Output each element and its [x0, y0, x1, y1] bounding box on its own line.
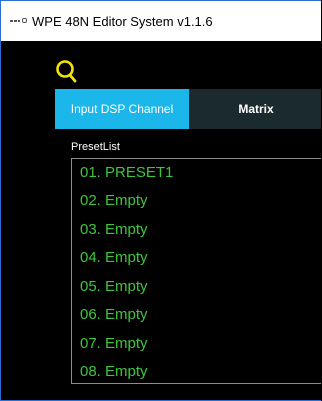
- preset-item-3[interactable]: 03. Empty: [72, 216, 321, 245]
- preset-item-7[interactable]: 07. Empty: [72, 330, 321, 359]
- title-bar: WPE 48N Editor System v1.1.6: [1, 1, 321, 41]
- window-title: WPE 48N Editor System v1.1.6: [32, 13, 213, 29]
- preset-item-1[interactable]: 01. PRESET1: [72, 160, 321, 187]
- preset-item-5[interactable]: 05. Empty: [72, 273, 321, 302]
- preset-list-label: PresetList: [71, 141, 120, 153]
- app-logo-icon: [10, 17, 28, 25]
- tab-matrix[interactable]: Matrix: [189, 89, 321, 129]
- app-window: WPE 48N Editor System v1.1.6 Input DSP C…: [0, 0, 321, 401]
- tab-input-dsp-channel[interactable]: Input DSP Channel: [55, 89, 189, 129]
- preset-item-4[interactable]: 04. Empty: [72, 244, 321, 273]
- tab-bar: Input DSP Channel Matrix: [55, 89, 321, 129]
- preset-item-8[interactable]: 08. Empty: [72, 358, 321, 383]
- preset-item-6[interactable]: 06. Empty: [72, 301, 321, 330]
- preset-item-2[interactable]: 02. Empty: [72, 187, 321, 216]
- search-icon[interactable]: [55, 59, 77, 83]
- preset-list[interactable]: 01. PRESET1 02. Empty 03. Empty 04. Empt…: [71, 158, 321, 384]
